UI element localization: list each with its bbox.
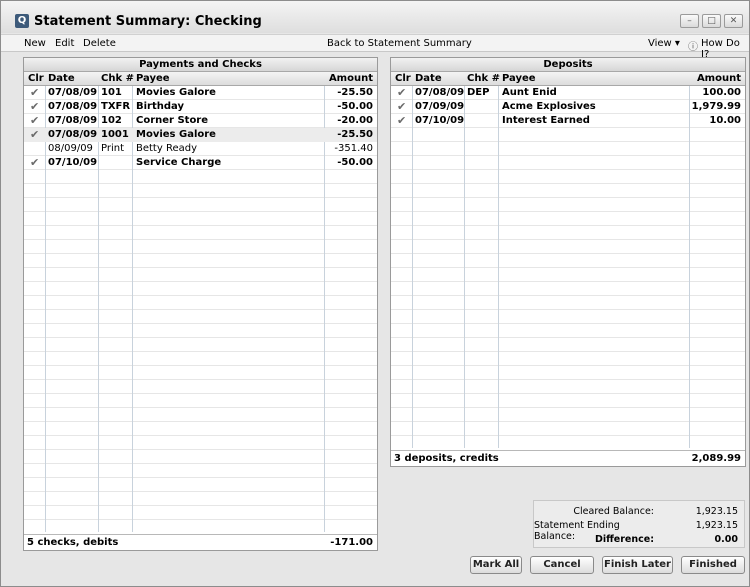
row-amount: -25.50: [337, 129, 373, 140]
row-check-number: DEP: [467, 87, 490, 98]
table-row[interactable]: ✔ 07/10/09 Service Charge -50.00: [24, 156, 377, 170]
table-row[interactable]: ✔ 07/10/09 Interest Earned 10.00: [391, 114, 745, 128]
deposits-column-header: Clr Date Chk # Payee Amount: [391, 72, 745, 86]
row-payee: Movies Galore: [136, 87, 216, 98]
row-payee: Acme Explosives: [502, 101, 596, 112]
row-check-number: 102: [101, 115, 122, 126]
cleared-balance-label: Cleared Balance:: [573, 506, 654, 517]
view-menu[interactable]: View ▾: [648, 38, 680, 49]
col-clr[interactable]: Clr: [28, 73, 44, 84]
row-date: 08/09/09: [48, 143, 93, 154]
cleared-check-icon[interactable]: ✔: [397, 114, 406, 127]
row-amount: -50.00: [337, 157, 373, 168]
row-payee: Interest Earned: [502, 115, 590, 126]
col-chk[interactable]: Chk #: [101, 73, 134, 84]
row-date: 07/08/09: [48, 101, 98, 112]
row-check-number: TXFR: [101, 101, 131, 112]
row-date: 07/08/09: [415, 87, 465, 98]
payments-pane: Payments and Checks Clr Date Chk # Payee…: [23, 57, 378, 551]
payments-pane-title: Payments and Checks: [24, 58, 377, 72]
difference-value: 0.00: [714, 534, 738, 545]
col-date[interactable]: Date: [415, 73, 442, 84]
col-clr[interactable]: Clr: [395, 73, 411, 84]
row-amount: -20.00: [337, 115, 373, 126]
deposits-pane-title: Deposits: [391, 58, 745, 72]
minimize-icon[interactable]: –: [680, 14, 699, 28]
row-date: 07/08/09: [48, 87, 98, 98]
row-payee: Movies Galore: [136, 129, 216, 140]
row-date: 07/10/09: [48, 157, 98, 168]
deposits-count: 3 deposits, credits: [394, 453, 499, 464]
col-amount[interactable]: Amount: [697, 73, 741, 84]
col-chk[interactable]: Chk #: [467, 73, 500, 84]
payments-footer: 5 checks, debits -171.00: [24, 534, 377, 550]
row-date: 07/10/09: [415, 115, 465, 126]
row-date: 07/08/09: [48, 115, 98, 126]
cleared-check-icon[interactable]: ✔: [30, 86, 39, 99]
title-bar: Q Statement Summary: Checking – □ ✕: [1, 1, 749, 33]
row-payee: Service Charge: [136, 157, 222, 168]
cleared-balance-value: 1,923.15: [695, 506, 738, 517]
row-amount: -351.40: [334, 143, 373, 154]
row-payee: Birthday: [136, 101, 184, 112]
menu-new[interactable]: New: [24, 38, 46, 49]
balance-summary: Cleared Balance: 1,923.15 Statement Endi…: [533, 500, 745, 548]
finish-later-button[interactable]: Finish Later: [602, 556, 673, 574]
row-amount: -50.00: [337, 101, 373, 112]
cleared-check-icon[interactable]: ✔: [397, 100, 406, 113]
payments-total: -171.00: [330, 537, 373, 548]
row-amount: -25.50: [337, 87, 373, 98]
statement-summary-window: Q Statement Summary: Checking – □ ✕ New …: [0, 0, 750, 587]
cleared-check-icon[interactable]: ✔: [30, 156, 39, 169]
menu-delete[interactable]: Delete: [83, 38, 116, 49]
cleared-check-icon[interactable]: ✔: [397, 86, 406, 99]
menu-edit[interactable]: Edit: [55, 38, 74, 49]
table-row[interactable]: ✔08/09/09PrintBetty Ready-351.40: [24, 142, 377, 156]
close-icon[interactable]: ✕: [724, 14, 743, 28]
menu-bar: New Edit Delete Back to Statement Summar…: [1, 34, 749, 60]
col-amount[interactable]: Amount: [329, 73, 373, 84]
row-payee: Betty Ready: [136, 143, 197, 154]
row-payee: Aunt Enid: [502, 87, 557, 98]
row-date: 07/09/09: [415, 101, 465, 112]
row-amount: 10.00: [709, 115, 741, 126]
help-icon: ⓘ: [688, 42, 698, 53]
table-row[interactable]: ✔ 07/08/09 102 Corner Store -20.00: [24, 114, 377, 128]
payments-column-header: Clr Date Chk # Payee Amount: [24, 72, 377, 86]
maximize-icon[interactable]: □: [702, 14, 721, 28]
payments-list: ✔ 07/08/09 101 Movies Galore -25.50 ✔ 07/08/09…: [24, 86, 377, 532]
row-amount: 100.00: [702, 87, 741, 98]
col-payee[interactable]: Payee: [502, 73, 536, 84]
deposits-footer: 3 deposits, credits 2,089.99: [391, 450, 745, 466]
payments-count: 5 checks, debits: [27, 537, 119, 548]
cleared-check-icon[interactable]: ✔: [30, 100, 39, 113]
table-row[interactable]: ✔ 07/08/09 TXFR Birthday -50.00: [24, 100, 377, 114]
cleared-check-icon[interactable]: ✔: [30, 128, 39, 141]
row-amount: 1,979.99: [691, 101, 741, 112]
col-payee[interactable]: Payee: [136, 73, 170, 84]
col-date[interactable]: Date: [48, 73, 75, 84]
window-title: Statement Summary: Checking: [34, 14, 262, 29]
row-check-number: 101: [101, 87, 122, 98]
row-payee: Corner Store: [136, 115, 209, 126]
table-row[interactable]: ✔ 07/08/09 DEP Aunt Enid 100.00: [391, 86, 745, 100]
row-date: 07/08/09: [48, 129, 98, 140]
deposits-list: ✔ 07/08/09 DEP Aunt Enid 100.00 ✔ 07/09/09 Acme…: [391, 86, 745, 448]
table-row[interactable]: ✔ 07/09/09 Acme Explosives 1,979.99: [391, 100, 745, 114]
statement-ending-balance-value: 1,923.15: [695, 520, 738, 531]
cleared-check-icon[interactable]: ✔: [30, 114, 39, 127]
back-to-statement-summary-link[interactable]: Back to Statement Summary: [327, 38, 472, 49]
finished-button[interactable]: Finished: [681, 556, 745, 574]
deposits-total: 2,089.99: [691, 453, 741, 464]
mark-all-button[interactable]: Mark All: [470, 556, 522, 574]
cancel-button[interactable]: Cancel: [530, 556, 594, 574]
deposits-pane: Deposits Clr Date Chk # Payee Amount ✔ 07…: [390, 57, 746, 467]
table-row[interactable]: ✔ 07/08/09 1001 Movies Galore -25.50: [24, 128, 377, 142]
row-check-number: Print: [101, 143, 125, 154]
quicken-app-icon: Q: [15, 14, 29, 28]
table-row[interactable]: ✔ 07/08/09 101 Movies Galore -25.50: [24, 86, 377, 100]
difference-label: Difference:: [594, 534, 654, 545]
row-check-number: 1001: [101, 129, 129, 140]
